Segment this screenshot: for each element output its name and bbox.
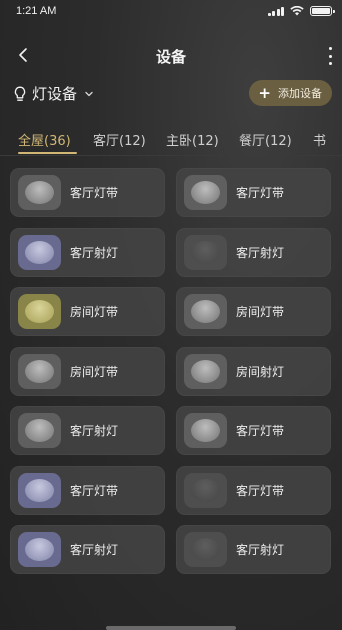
lamp-icon <box>18 413 61 448</box>
lamp-icon <box>18 294 61 329</box>
status-bar: 1:21 AM <box>0 0 342 26</box>
active-tab-indicator <box>18 152 77 154</box>
add-device-button[interactable]: + 添加设备 <box>249 80 332 106</box>
device-card[interactable]: 房间灯带 <box>10 346 165 396</box>
device-name: 房间灯带 <box>236 305 285 319</box>
chevron-down-icon <box>85 91 93 96</box>
tab-all[interactable]: 全屋(36) <box>18 130 71 149</box>
device-card[interactable]: 房间射灯 <box>176 346 331 396</box>
device-card[interactable]: 客厅射灯 <box>176 525 331 574</box>
device-card[interactable]: 客厅射灯 <box>10 406 165 455</box>
room-tabs: 全屋(36) 客厅(12) 主卧(12) 餐厅(12) 书 <box>0 124 342 156</box>
category-label: 灯设备 <box>32 85 78 103</box>
device-name: 客厅射灯 <box>70 543 119 557</box>
lamp-icon <box>184 472 227 508</box>
home-indicator <box>106 626 236 630</box>
device-card[interactable]: 房间灯带 <box>10 287 165 336</box>
bulb-icon <box>14 86 26 101</box>
lamp-icon <box>184 353 227 389</box>
lamp-icon <box>18 175 61 210</box>
lamp-icon <box>184 234 227 270</box>
device-name: 客厅灯带 <box>236 186 285 200</box>
tab-dining-room[interactable]: 餐厅(12) <box>239 130 292 149</box>
category-row: 灯设备 + 添加设备 <box>0 80 342 106</box>
signal-icon <box>267 6 284 16</box>
device-card[interactable]: 客厅射灯 <box>176 227 331 277</box>
device-card[interactable]: 客厅灯带 <box>176 465 331 515</box>
lamp-icon <box>184 413 227 448</box>
lamp-icon <box>184 294 227 329</box>
device-name: 客厅灯带 <box>236 424 285 438</box>
plus-icon: + <box>258 83 271 102</box>
device-card[interactable]: 客厅灯带 <box>10 465 165 515</box>
battery-fill <box>312 8 330 14</box>
device-card[interactable]: 客厅灯带 <box>10 168 165 217</box>
status-time: 1:21 AM <box>16 5 57 17</box>
lamp-icon <box>18 532 61 567</box>
device-name: 客厅射灯 <box>70 424 119 438</box>
lamp-icon <box>18 353 61 389</box>
device-name: 房间灯带 <box>70 305 119 319</box>
tab-master-bedroom[interactable]: 主卧(12) <box>166 130 219 149</box>
battery-icon <box>310 6 335 16</box>
device-name: 客厅射灯 <box>236 245 285 260</box>
wifi-icon <box>290 6 304 16</box>
device-name: 客厅灯带 <box>236 483 285 498</box>
device-name: 客厅灯带 <box>70 483 119 498</box>
tab-living-room[interactable]: 客厅(12) <box>93 130 146 149</box>
add-device-label: 添加设备 <box>278 87 322 100</box>
more-menu-icon[interactable] <box>326 47 334 65</box>
device-card[interactable]: 客厅射灯 <box>10 227 165 277</box>
nav-bar: 设备 <box>0 38 342 74</box>
status-icons <box>267 6 335 16</box>
category-dropdown[interactable]: 灯设备 <box>13 83 94 104</box>
lamp-icon <box>184 532 227 567</box>
lamp-icon <box>18 234 61 270</box>
tab-study[interactable]: 书 <box>313 130 326 149</box>
page-title: 设备 <box>155 48 186 66</box>
device-card[interactable]: 房间灯带 <box>176 287 331 336</box>
device-name: 客厅射灯 <box>236 543 285 557</box>
device-name: 房间射灯 <box>236 364 285 379</box>
device-name: 客厅灯带 <box>70 186 119 200</box>
device-card[interactable]: 客厅灯带 <box>176 168 331 217</box>
lamp-icon <box>184 175 227 210</box>
device-card[interactable]: 客厅灯带 <box>176 406 331 455</box>
device-card[interactable]: 客厅射灯 <box>10 525 165 574</box>
lamp-icon <box>18 472 61 508</box>
device-name: 客厅射灯 <box>70 245 119 260</box>
device-name: 房间灯带 <box>70 364 119 379</box>
